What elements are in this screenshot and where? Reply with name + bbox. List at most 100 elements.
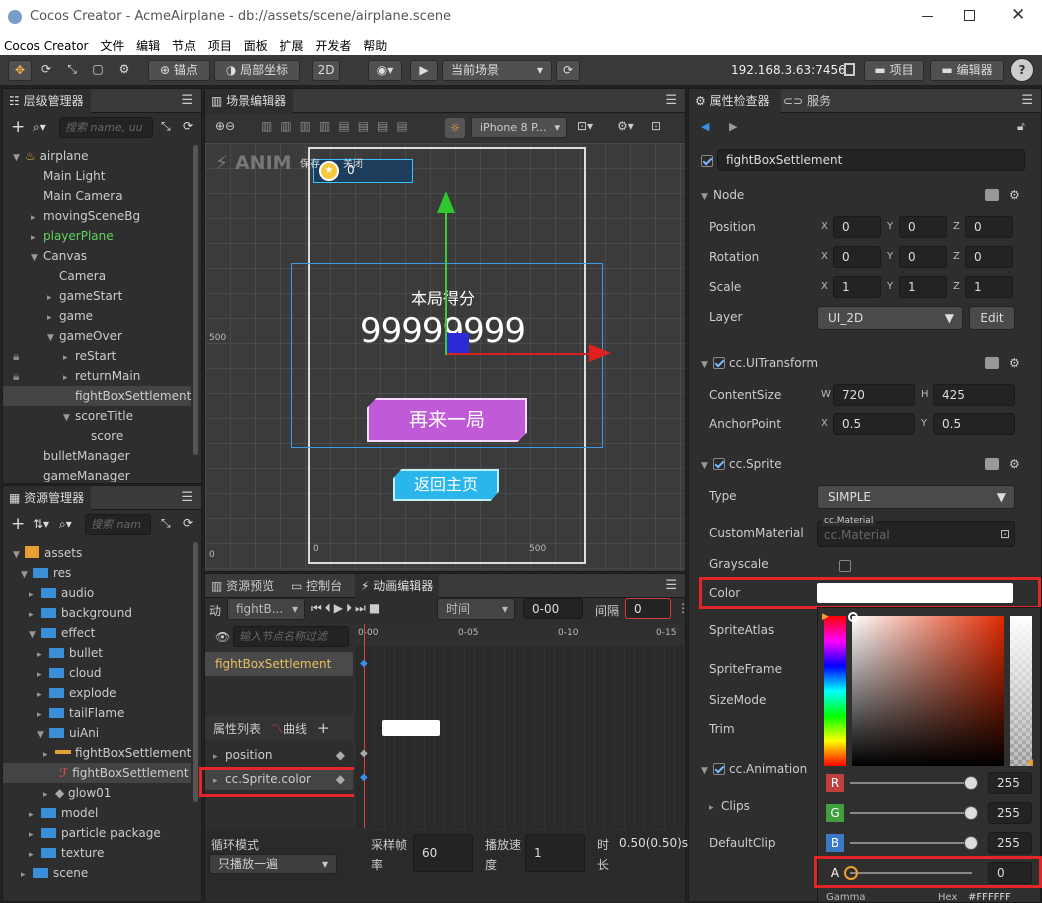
prop-row[interactable]: ▸ position ◆ bbox=[205, 744, 353, 766]
alpha-slider[interactable] bbox=[1010, 616, 1032, 766]
menu-icon[interactable]: ☰ bbox=[1021, 93, 1033, 108]
2d-toggle[interactable]: 2D bbox=[312, 60, 340, 81]
maximize-icon[interactable] bbox=[964, 10, 975, 21]
project-button[interactable]: ▬ 项目 bbox=[864, 60, 924, 81]
menu-item[interactable]: 开发者 bbox=[311, 33, 355, 54]
gear-icon[interactable]: ⚙ bbox=[1009, 451, 1020, 477]
pick-icon[interactable]: ⊡ bbox=[1000, 527, 1010, 541]
local-coords-button[interactable]: ◑ 局部坐标 bbox=[214, 60, 300, 81]
gizmo-icon[interactable]: ☼ bbox=[445, 118, 465, 138]
tab-animation[interactable]: ⚡ 动画编辑器 bbox=[355, 574, 439, 598]
tree-node[interactable]: ▸ particle package bbox=[29, 823, 161, 843]
qr-code-icon[interactable] bbox=[844, 63, 855, 76]
tree-node[interactable]: ▼ Canvas bbox=[31, 246, 87, 266]
type-select[interactable]: SIMPLE ▼ bbox=[817, 485, 1015, 509]
tree-node[interactable]: ▼ assets bbox=[13, 543, 82, 563]
tree-node[interactable]: ▸ gameStart bbox=[47, 286, 122, 306]
add-icon[interactable]: + bbox=[11, 117, 25, 137]
collapse-icon[interactable]: ⤡ bbox=[161, 516, 171, 531]
clip-select[interactable]: fightB... ▾ bbox=[227, 598, 305, 620]
back-arrow-icon[interactable]: ◀ bbox=[701, 120, 709, 133]
tab-services[interactable]: ⊂⊃ 服务 bbox=[783, 89, 831, 113]
tree-node-selected[interactable]: ℱ fightBoxSettlement bbox=[3, 763, 191, 783]
tree-node[interactable]: ▸ background bbox=[29, 603, 132, 623]
menu-icon[interactable]: ☰ bbox=[181, 490, 193, 505]
tab-scene[interactable]: ▥ 场景编辑器 bbox=[205, 89, 293, 113]
node-filter-input[interactable]: 输入节点名称过滤 bbox=[233, 626, 349, 647]
curve-icon[interactable]: 〽 bbox=[271, 722, 283, 736]
interval-input[interactable]: 0 bbox=[625, 598, 671, 619]
tree-node[interactable]: ▸ playerPlane bbox=[31, 226, 114, 246]
tree-node[interactable]: ▼ uiAni bbox=[37, 723, 99, 743]
eye-icon[interactable]: 👁︎ bbox=[215, 630, 230, 644]
tree-node[interactable]: Main Light bbox=[43, 166, 105, 186]
minimize-icon[interactable] bbox=[922, 16, 933, 17]
close-icon[interactable]: ✕ bbox=[1011, 5, 1025, 25]
lock-icon[interactable]: 🔒︎ bbox=[13, 346, 63, 366]
timeline[interactable]: 0-00 0-05 0-10 0-15 ◆ ◆ ◆ bbox=[354, 624, 685, 828]
speed-input[interactable]: 1 bbox=[525, 834, 585, 872]
scale-z-input[interactable]: 1 bbox=[965, 276, 1013, 298]
sprite-section-header[interactable]: ▼ cc.Sprite ⚙ bbox=[689, 451, 1041, 477]
tree-node[interactable]: 🔒︎ ▸ returnMain bbox=[13, 366, 140, 386]
anchor-button[interactable]: ⊕ 锚点 bbox=[148, 60, 210, 81]
menu-item[interactable]: 帮助 bbox=[359, 33, 391, 54]
refresh-icon[interactable]: ⟳ bbox=[183, 516, 193, 530]
tree-node[interactable]: ▸ fightBoxSettlement bbox=[43, 743, 191, 763]
search-icon[interactable]: ⌕▾ bbox=[33, 120, 46, 135]
position-x-input[interactable]: 0 bbox=[833, 216, 881, 238]
doc-icon[interactable] bbox=[985, 189, 999, 201]
position-z-input[interactable]: 0 bbox=[965, 216, 1013, 238]
zoom-in-icon[interactable]: ⊕⊖ bbox=[215, 119, 235, 133]
sample-input[interactable]: 60 bbox=[413, 834, 473, 872]
menu-item[interactable]: 节点 bbox=[168, 33, 200, 54]
component-enable-checkbox[interactable] bbox=[713, 763, 725, 775]
transform-tool-icon[interactable]: ⚙ bbox=[112, 60, 136, 81]
current-time-input[interactable]: 0-00 bbox=[523, 598, 583, 619]
tab-inspector[interactable]: ⚙ 属性检查器 bbox=[689, 89, 781, 113]
layer-edit-button[interactable]: Edit bbox=[969, 306, 1015, 330]
saturation-value-picker[interactable] bbox=[852, 616, 1004, 766]
scrollbar[interactable] bbox=[193, 542, 198, 802]
assets-search-input[interactable]: 搜索 nam bbox=[85, 514, 151, 535]
preview-ip[interactable]: 192.168.3.63:7456 bbox=[731, 63, 846, 77]
content-width-input[interactable]: 720 bbox=[833, 384, 915, 406]
lock-icon[interactable]: 🔓︎ bbox=[1017, 119, 1025, 134]
r-input[interactable]: 255 bbox=[988, 772, 1032, 794]
add-icon[interactable]: + bbox=[317, 719, 330, 737]
uitransform-section-header[interactable]: ▼ cc.UITransform ⚙ bbox=[689, 350, 1041, 376]
menu-item[interactable]: 编辑 bbox=[132, 33, 164, 54]
tree-node[interactable]: ▼ effect bbox=[29, 623, 95, 643]
node-section-header[interactable]: ▼ Node ⚙ bbox=[689, 182, 1041, 208]
tree-node[interactable]: ▼ res bbox=[21, 563, 71, 583]
gizmo-y-arrow-icon[interactable] bbox=[437, 191, 455, 213]
tree-node[interactable]: ▸ scene bbox=[21, 863, 88, 879]
tree-node[interactable]: ▸ audio bbox=[29, 583, 94, 603]
menu-item[interactable]: Cocos Creator bbox=[0, 35, 93, 53]
play-button[interactable]: ▶ bbox=[410, 60, 438, 81]
hue-slider[interactable] bbox=[824, 616, 846, 766]
menu-icon[interactable]: ☰ bbox=[181, 93, 193, 108]
rotation-x-input[interactable]: 0 bbox=[833, 246, 881, 268]
g-slider-track[interactable] bbox=[850, 812, 972, 814]
custom-material-field[interactable]: cc.Material cc.Material ⊡ bbox=[817, 516, 1015, 547]
tree-node[interactable]: ▸ model bbox=[29, 803, 98, 823]
loop-select[interactable]: 只播放一遍 ▾ bbox=[209, 854, 337, 874]
editor-button[interactable]: ▬ 编辑器 bbox=[930, 60, 1004, 81]
position-y-input[interactable]: 0 bbox=[899, 216, 947, 238]
gear-icon[interactable]: ⚙ bbox=[1009, 350, 1020, 376]
hex-value[interactable]: #FFFFFF bbox=[968, 892, 1011, 903]
hue-handle[interactable]: ▶ bbox=[822, 612, 829, 622]
menu-item[interactable]: 项目 bbox=[204, 33, 236, 54]
tab-console[interactable]: ▭ 控制台 bbox=[287, 574, 353, 598]
platform-select-icon[interactable]: ◉▾ bbox=[368, 60, 402, 81]
tree-node[interactable]: ▸ texture bbox=[29, 843, 104, 863]
gear-icon[interactable]: ⚙ bbox=[1009, 182, 1020, 208]
menu-item[interactable]: 面板 bbox=[240, 33, 272, 54]
gizmo-center-handle[interactable] bbox=[447, 333, 469, 353]
help-button[interactable]: ? bbox=[1010, 58, 1034, 82]
align-icons[interactable]: ▥▥▥▥▤▤▤▤ bbox=[261, 119, 416, 133]
tree-node[interactable]: ▸ game bbox=[47, 306, 93, 326]
fullscreen-icon[interactable]: ⊡ bbox=[651, 119, 661, 133]
forward-arrow-icon[interactable]: ▶ bbox=[729, 120, 737, 133]
